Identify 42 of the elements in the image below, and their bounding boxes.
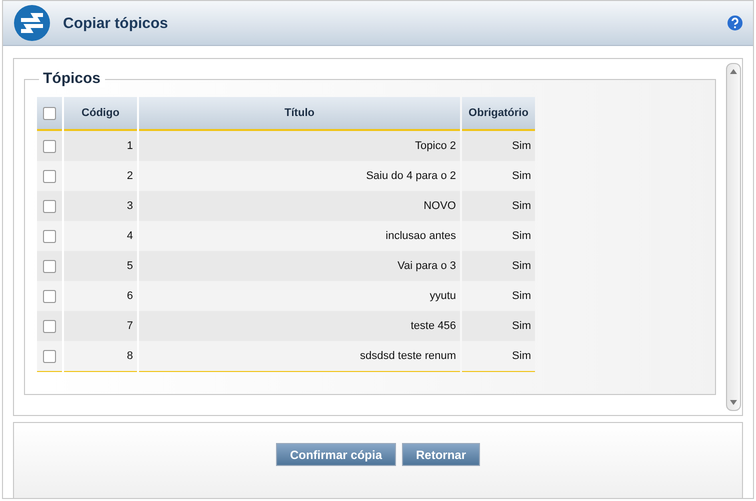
table-cell: Sim xyxy=(462,131,535,161)
row-checkbox[interactable] xyxy=(43,140,56,152)
table-cell: teste 456 xyxy=(139,311,460,341)
table-cell: 1 xyxy=(64,131,137,161)
scroll-down-icon[interactable] xyxy=(730,400,737,405)
table-cell: yyutu xyxy=(139,281,460,311)
row-checkbox[interactable] xyxy=(43,320,56,332)
column-header[interactable]: Código xyxy=(64,97,137,131)
section-title: Tópicos xyxy=(39,70,105,87)
action-button[interactable]: Confirmar cópia xyxy=(276,443,396,466)
help-icon[interactable] xyxy=(727,15,743,31)
row-checkbox[interactable] xyxy=(43,290,56,302)
scrollbar[interactable] xyxy=(726,63,741,411)
column-header[interactable]: Título xyxy=(139,97,460,131)
table-cell: Sim xyxy=(462,341,535,372)
column-header[interactable]: Obrigatório xyxy=(462,97,535,131)
table-cell: 4 xyxy=(64,221,137,251)
table-cell: 6 xyxy=(64,281,137,311)
scroll-up-icon[interactable] xyxy=(730,69,737,74)
row-checkbox[interactable] xyxy=(43,350,56,362)
row-checkbox[interactable] xyxy=(43,170,56,182)
table-cell: Saiu do 4 para o 2 xyxy=(139,161,460,191)
logo-icon xyxy=(13,4,51,42)
table-cell: NOVO xyxy=(139,191,460,221)
table-cell: inclusao antes xyxy=(139,221,460,251)
action-button[interactable]: Retornar xyxy=(402,443,480,466)
row-checkbox[interactable] xyxy=(43,200,56,212)
table-cell: Sim xyxy=(462,251,535,281)
table-cell: Vai para o 3 xyxy=(139,251,460,281)
row-checkbox[interactable] xyxy=(43,260,56,272)
table-cell: sdsdsd teste renum xyxy=(139,341,460,372)
table-cell: 5 xyxy=(64,251,137,281)
row-checkbox[interactable] xyxy=(43,230,56,242)
table-cell: 7 xyxy=(64,311,137,341)
table-cell: Topico 2 xyxy=(139,131,460,161)
table-cell: Sim xyxy=(462,311,535,341)
select-all-checkbox[interactable] xyxy=(43,106,56,120)
table-cell: 2 xyxy=(64,161,137,191)
dialog-title: Copiar tópicos xyxy=(63,14,170,32)
table-cell: 8 xyxy=(64,341,137,372)
table-cell: Sim xyxy=(462,191,535,221)
table-cell: 3 xyxy=(64,191,137,221)
